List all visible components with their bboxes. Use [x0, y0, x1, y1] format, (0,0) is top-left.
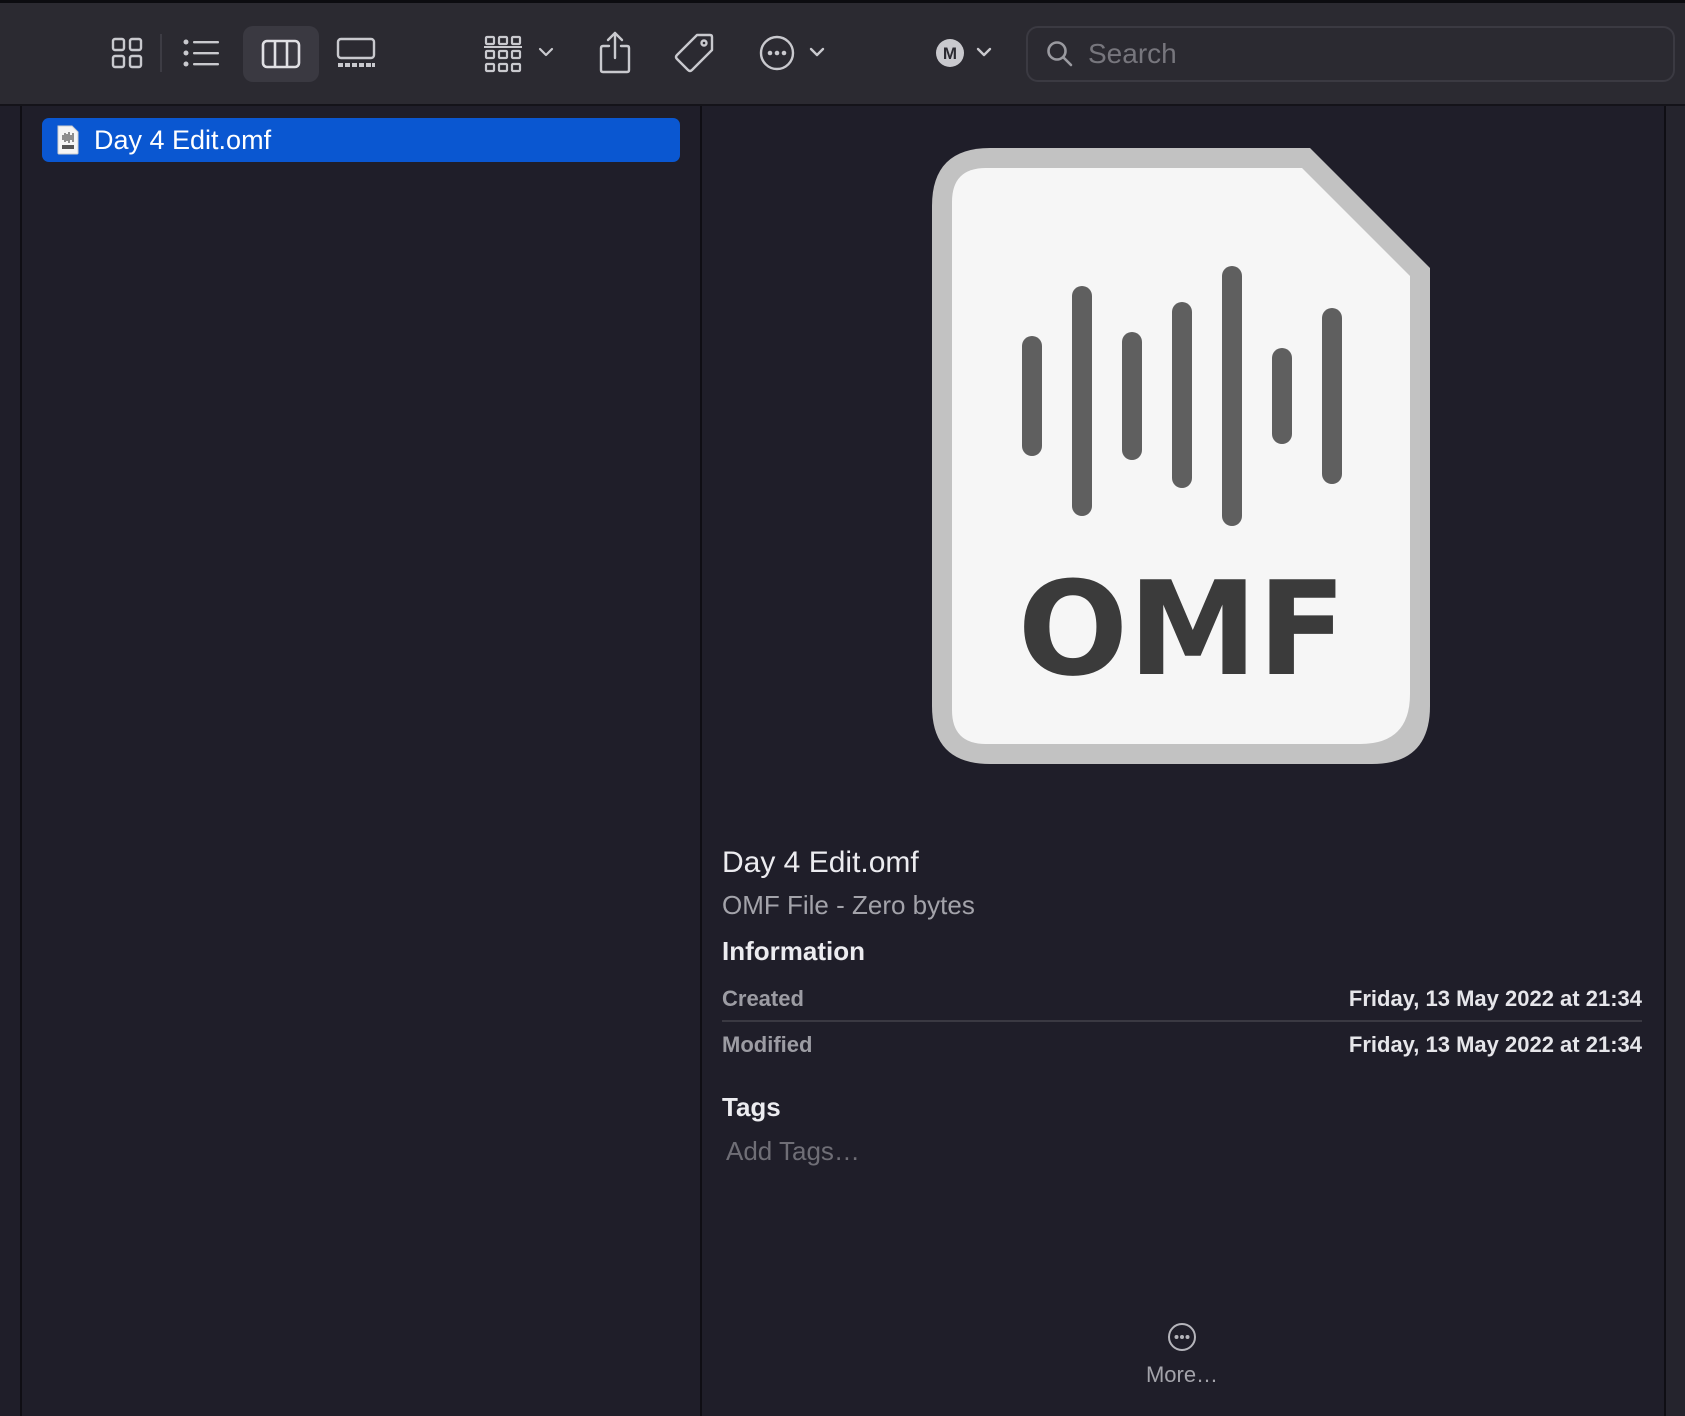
tags-heading: Tags [722, 1092, 781, 1122]
info-label: Modified [722, 1032, 813, 1057]
info-value: Friday, 13 May 2022 at 21:34 [1348, 1032, 1642, 1057]
toolbar: M [0, 0, 1685, 106]
info-row-modified: Modified Friday, 13 May 2022 at 21:34 [722, 1025, 1642, 1065]
window-right-edge [1666, 106, 1685, 1416]
file-name-label: Day 4 Edit.omf [94, 124, 272, 155]
info-divider [722, 1020, 1642, 1022]
account-icon[interactable]: M [934, 28, 998, 78]
share-icon[interactable] [594, 24, 636, 80]
info-value: Friday, 13 May 2022 at 21:34 [1348, 986, 1642, 1011]
column-view-icon[interactable] [243, 26, 319, 82]
list-view-icon[interactable] [176, 28, 226, 78]
gallery-view-icon[interactable] [334, 28, 378, 78]
more-actions-icon[interactable] [758, 28, 830, 78]
preview-pane: OMF Day 4 Edit.omf OMF File - Zero bytes… [702, 106, 1666, 1416]
info-label: Created [722, 986, 804, 1011]
group-icon[interactable] [484, 28, 558, 78]
window-top-edge [0, 0, 1685, 3]
browser-column: Day 4 Edit.omf [22, 106, 702, 1416]
toolbar-divider [160, 34, 162, 72]
account-initial: M [943, 44, 957, 63]
more-label: More… [1145, 1362, 1219, 1387]
omf-document-icon: OMF [932, 148, 1430, 764]
search-input[interactable] [1086, 37, 1673, 71]
tag-icon[interactable] [670, 28, 718, 78]
information-heading: Information [722, 936, 865, 966]
more-ellipsis-icon [1168, 1323, 1196, 1351]
search-field[interactable] [1026, 26, 1675, 82]
icon-view-icon[interactable] [104, 28, 150, 78]
omf-file-icon [57, 125, 79, 155]
list-item[interactable]: Day 4 Edit.omf [42, 118, 680, 162]
sidebar-edge [0, 106, 22, 1416]
add-tags-field[interactable]: Add Tags… [726, 1136, 860, 1167]
preview-file-name: Day 4 Edit.omf [722, 846, 919, 879]
more-button[interactable]: More… [1122, 1322, 1242, 1412]
preview-file-kind: OMF File - Zero bytes [722, 890, 975, 920]
omf-icon-label: OMF [1018, 553, 1347, 705]
info-row-created: Created Friday, 13 May 2022 at 21:34 [722, 979, 1642, 1019]
search-icon [1046, 40, 1074, 68]
